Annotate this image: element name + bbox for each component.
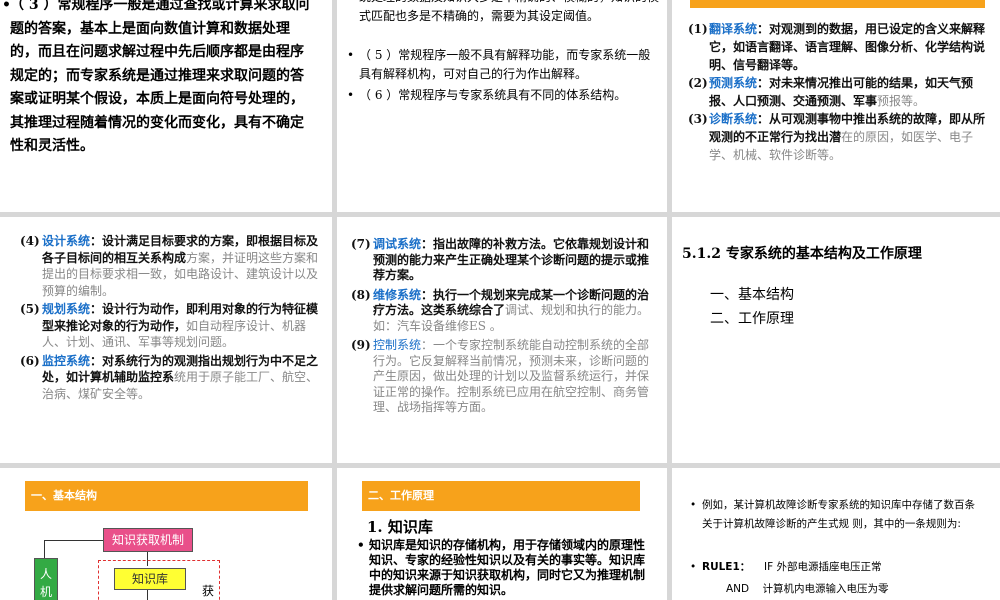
bracket-line <box>44 540 103 541</box>
rule-line-if: • RULE1： IF 外部电源插座电压正常 <box>690 558 992 577</box>
slide-1[interactable]: • （ 3 ）常规程序一般是通过查找或计算来求取问题的答案，基本上是面向数值计算… <box>0 0 332 212</box>
list-item-diagnose: (3) 诊断系统：从可观测事物中推出系统的故障，即从所观测的不正常行为找出潜在的原… <box>688 112 986 162</box>
orange-bar-top <box>690 0 985 8</box>
slide3-list: (1) 翻译系统：对观测到的数据，用已设定的含义来解释它，如语言翻译、语言理解、图… <box>688 20 990 164</box>
bullet-icon: • <box>347 48 355 62</box>
slide9-bullet: • 例如，某计算机故障诊断专家系统的知识库中存储了数百条关于计算机故障诊断的产生… <box>690 496 982 534</box>
outline-item-principle: 二、工作原理 <box>710 311 794 327</box>
slide2-bullet-5: • （ 5 ）常规程序一般不具有解释功能，而专家系统一般具有解释机构，可对自己的… <box>347 48 651 81</box>
list-item-monitor: (6) 监控系统：对系统行为的观测指出规划行为中不足之处，如计算机辅助监控系统用于… <box>20 353 319 401</box>
bullet-icon: • <box>690 561 697 573</box>
list-item-design: (4) 设计系统：设计满足目标要求的方案，即根据目标及各子目标间的相互关系构成方案… <box>20 234 319 298</box>
slide-7[interactable]: 一、基本结构 知识获取机制 知识库 人机 获 <box>0 468 332 600</box>
knowledge-base-box: 知识库 <box>114 568 186 590</box>
slide2-partial-text: 统处理的数据及知识大多是不精确的、模糊的，知识的模式匹配也多是不精确的，需要为其… <box>359 0 659 23</box>
slide2-bullet-6: • （ 6 ）常规程序与专家系统具有不同的体系结构。 <box>347 86 659 105</box>
bullet-icon: • <box>357 538 365 552</box>
side-label: 获 <box>202 584 215 598</box>
list-item-predict: (2) 预测系统：对未来情况推出可能的结果，如天气预报、人口预测、交通预测、军事预… <box>688 76 974 108</box>
list-item-plan: (5) 规划系统：设计行为动作，即利用对象的行为特征模型来推论对象的行为动作，如自… <box>20 302 319 349</box>
subsection-title: 1. 知识库 <box>367 518 433 536</box>
section-heading: 5.1.2 专家系统的基本结构及工作原理 <box>682 246 922 262</box>
bracket-line <box>44 540 45 558</box>
list-item-repair: (8) 维修系统：执行一个规划来完成某一个诊断问题的治疗方法。这类系统综合了调试、… <box>351 287 650 333</box>
slide5-list: (7) 调试系统：指出故障的补救方法。它依靠规划设计和预测的能力来产生正确处理某个… <box>351 237 657 416</box>
rule-line-and: AND 计算机内电源输入电压为零 <box>726 583 889 595</box>
outline-item-structure: 一、基本结构 <box>710 287 794 303</box>
list-item-debug: (7) 调试系统：指出故障的补救方法。它依靠规划设计和预测的能力来产生正确处理某个… <box>351 237 650 282</box>
slide-4[interactable]: (4) 设计系统：设计满足目标要求的方案，即根据目标及各子目标间的相互关系构成方案… <box>0 217 332 463</box>
slide-8[interactable]: 二、工作原理 1. 知识库 • 知识库是知识的存储机构，用于存储领域内的原理性知… <box>337 468 667 600</box>
slide-6[interactable]: 5.1.2 专家系统的基本结构及工作原理 一、基本结构 二、工作原理 <box>672 217 1000 463</box>
slide-9[interactable]: • 例如，某计算机故障诊断专家系统的知识库中存储了数百条关于计算机故障诊断的产生… <box>672 468 1000 600</box>
list-item-translate: (1) 翻译系统：对观测到的数据，用已设定的含义来解释它，如语言翻译、语言理解、图… <box>688 22 986 72</box>
slide-3[interactable]: (1) 翻译系统：对观测到的数据，用已设定的含义来解释它，如语言翻译、语言理解、图… <box>672 0 1000 212</box>
slide8-bullet: • 知识库是知识的存储机构，用于存储领域内的原理性知识、专家的经验性知识以及有关… <box>357 538 646 597</box>
section-banner: 二、工作原理 <box>362 481 640 511</box>
section-banner: 一、基本结构 <box>25 481 308 511</box>
list-item-control: (9) 控制系统：一个专家控制系统能自动控制系统的全部行为。它反复解释当前情况，预… <box>351 338 650 414</box>
knowledge-acquisition-box: 知识获取机制 <box>103 528 193 552</box>
bullet-icon: • <box>2 0 11 13</box>
human-machine-box: 人机 <box>34 558 58 600</box>
slide-5[interactable]: (7) 调试系统：指出故障的补救方法。它依靠规划设计和预测的能力来产生正确处理某个… <box>337 217 667 463</box>
slide1-bullet: • （ 3 ）常规程序一般是通过查找或计算来求取问题的答案，基本上是面向数值计算… <box>2 0 310 159</box>
bullet-icon: • <box>690 499 697 511</box>
bullet-icon: • <box>347 88 355 102</box>
connector-line <box>147 590 148 600</box>
slide4-list: (4) 设计系统：设计满足目标要求的方案，即根据目标及各子目标间的相互关系构成方案… <box>20 233 320 402</box>
slide1-text: （ 3 ）常规程序一般是通过查找或计算来求取问题的答案，基本上是面向数值计算和数… <box>10 0 310 154</box>
slide-2[interactable]: 统处理的数据及知识大多是不精确的、模糊的，知识的模式匹配也多是不精确的，需要为其… <box>337 0 667 212</box>
